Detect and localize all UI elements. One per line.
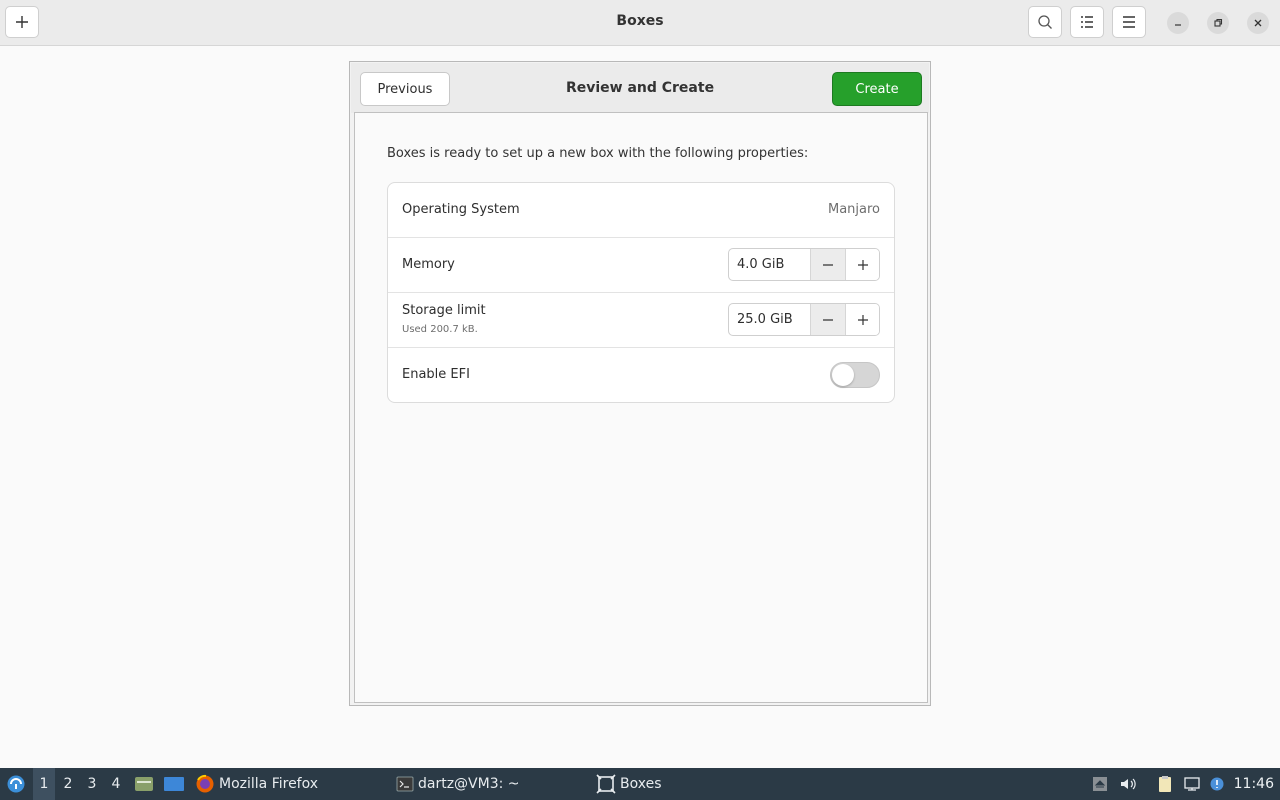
restore-icon [1214,18,1223,27]
memory-spinbutton[interactable]: 4.0 GiB [728,248,880,281]
notification-button[interactable] [1207,768,1227,800]
storage-spinbutton[interactable]: 25.0 GiB [728,303,880,336]
folder-icon [135,777,153,791]
workspace-4[interactable]: 4 [105,768,127,800]
volume-button[interactable] [1117,768,1139,800]
firefox-icon [196,774,214,793]
efi-row: Enable EFI [388,348,894,402]
toggle-knob [832,364,854,386]
workspace-2[interactable]: 2 [57,768,79,800]
workspace-3[interactable]: 3 [81,768,103,800]
storage-label: Storage limit [402,303,486,318]
list-view-button[interactable] [1070,6,1104,38]
storage-value[interactable]: 25.0 GiB [737,312,793,327]
taskbar-app-label: Mozilla Firefox [219,776,319,792]
list-view-icon [1081,16,1093,28]
taskbar-app-boxes[interactable]: Boxes [596,768,662,800]
storage-used-text: Used 200.7 kB. [402,324,478,335]
efi-label: Enable EFI [402,367,470,382]
eject-icon [1093,777,1107,791]
boxes-icon [596,774,616,794]
os-row: Operating System Manjaro [388,183,894,238]
clipboard-icon [1159,776,1171,792]
create-button[interactable]: Create [832,72,922,106]
search-icon [1038,15,1052,29]
os-label: Operating System [402,202,520,217]
close-button[interactable] [1247,12,1269,34]
plus-icon [858,259,868,270]
memory-decrease-button[interactable] [810,249,845,280]
plus-icon [858,314,868,325]
dialog-header: Previous Review and Create Create [351,63,929,113]
minimize-icon [1175,24,1181,26]
create-box-dialog: Previous Review and Create Create Boxes … [349,61,931,706]
search-button[interactable] [1028,6,1062,38]
terminal-icon [396,776,414,792]
dialog-body: Boxes is ready to set up a new box with … [354,112,928,703]
taskbar-app-terminal[interactable]: dartz@VM3: ~ [396,768,520,800]
desktop-icon [164,777,184,791]
taskbar-clock[interactable]: 11:46 [1234,776,1274,792]
taskbar-app-label: Boxes [620,776,662,792]
info-icon [1210,777,1224,791]
main-menu-button[interactable] [1112,6,1146,38]
taskbar-app-firefox[interactable]: Mozilla Firefox [195,768,318,800]
storage-increase-button[interactable] [845,304,879,335]
os-value: Manjaro [827,202,880,217]
storage-row: Storage limit Used 200.7 kB. 25.0 GiB [388,293,894,348]
volume-icon [1121,778,1136,790]
properties-list: Operating System Manjaro Memory 4.0 GiB … [387,182,895,403]
network-icon [1184,777,1200,791]
intro-text: Boxes is ready to set up a new box with … [387,146,809,161]
file-manager-launcher[interactable] [133,768,155,800]
network-button[interactable] [1181,768,1203,800]
start-menu-button[interactable] [4,768,28,800]
taskbar-app-label: dartz@VM3: ~ [418,776,520,792]
distro-logo-icon [7,775,25,793]
minus-icon [823,263,833,266]
efi-toggle[interactable] [830,362,880,388]
close-icon [1254,19,1262,27]
header-bar: Boxes [0,0,1280,46]
memory-row: Memory 4.0 GiB [388,238,894,293]
eject-tray-button[interactable] [1090,768,1110,800]
memory-increase-button[interactable] [845,249,879,280]
desktop-launcher[interactable] [162,768,186,800]
taskbar: 1 2 3 4 Mozilla Firefox dartz@VM3: ~ Box… [0,768,1280,800]
memory-value[interactable]: 4.0 GiB [737,257,784,272]
memory-label: Memory [402,257,455,272]
maximize-button[interactable] [1207,12,1229,34]
minimize-button[interactable] [1167,12,1189,34]
workspace-1[interactable]: 1 [33,768,55,800]
storage-decrease-button[interactable] [810,304,845,335]
minus-icon [823,318,833,321]
clipboard-button[interactable] [1154,768,1176,800]
hamburger-menu-icon [1123,16,1135,28]
